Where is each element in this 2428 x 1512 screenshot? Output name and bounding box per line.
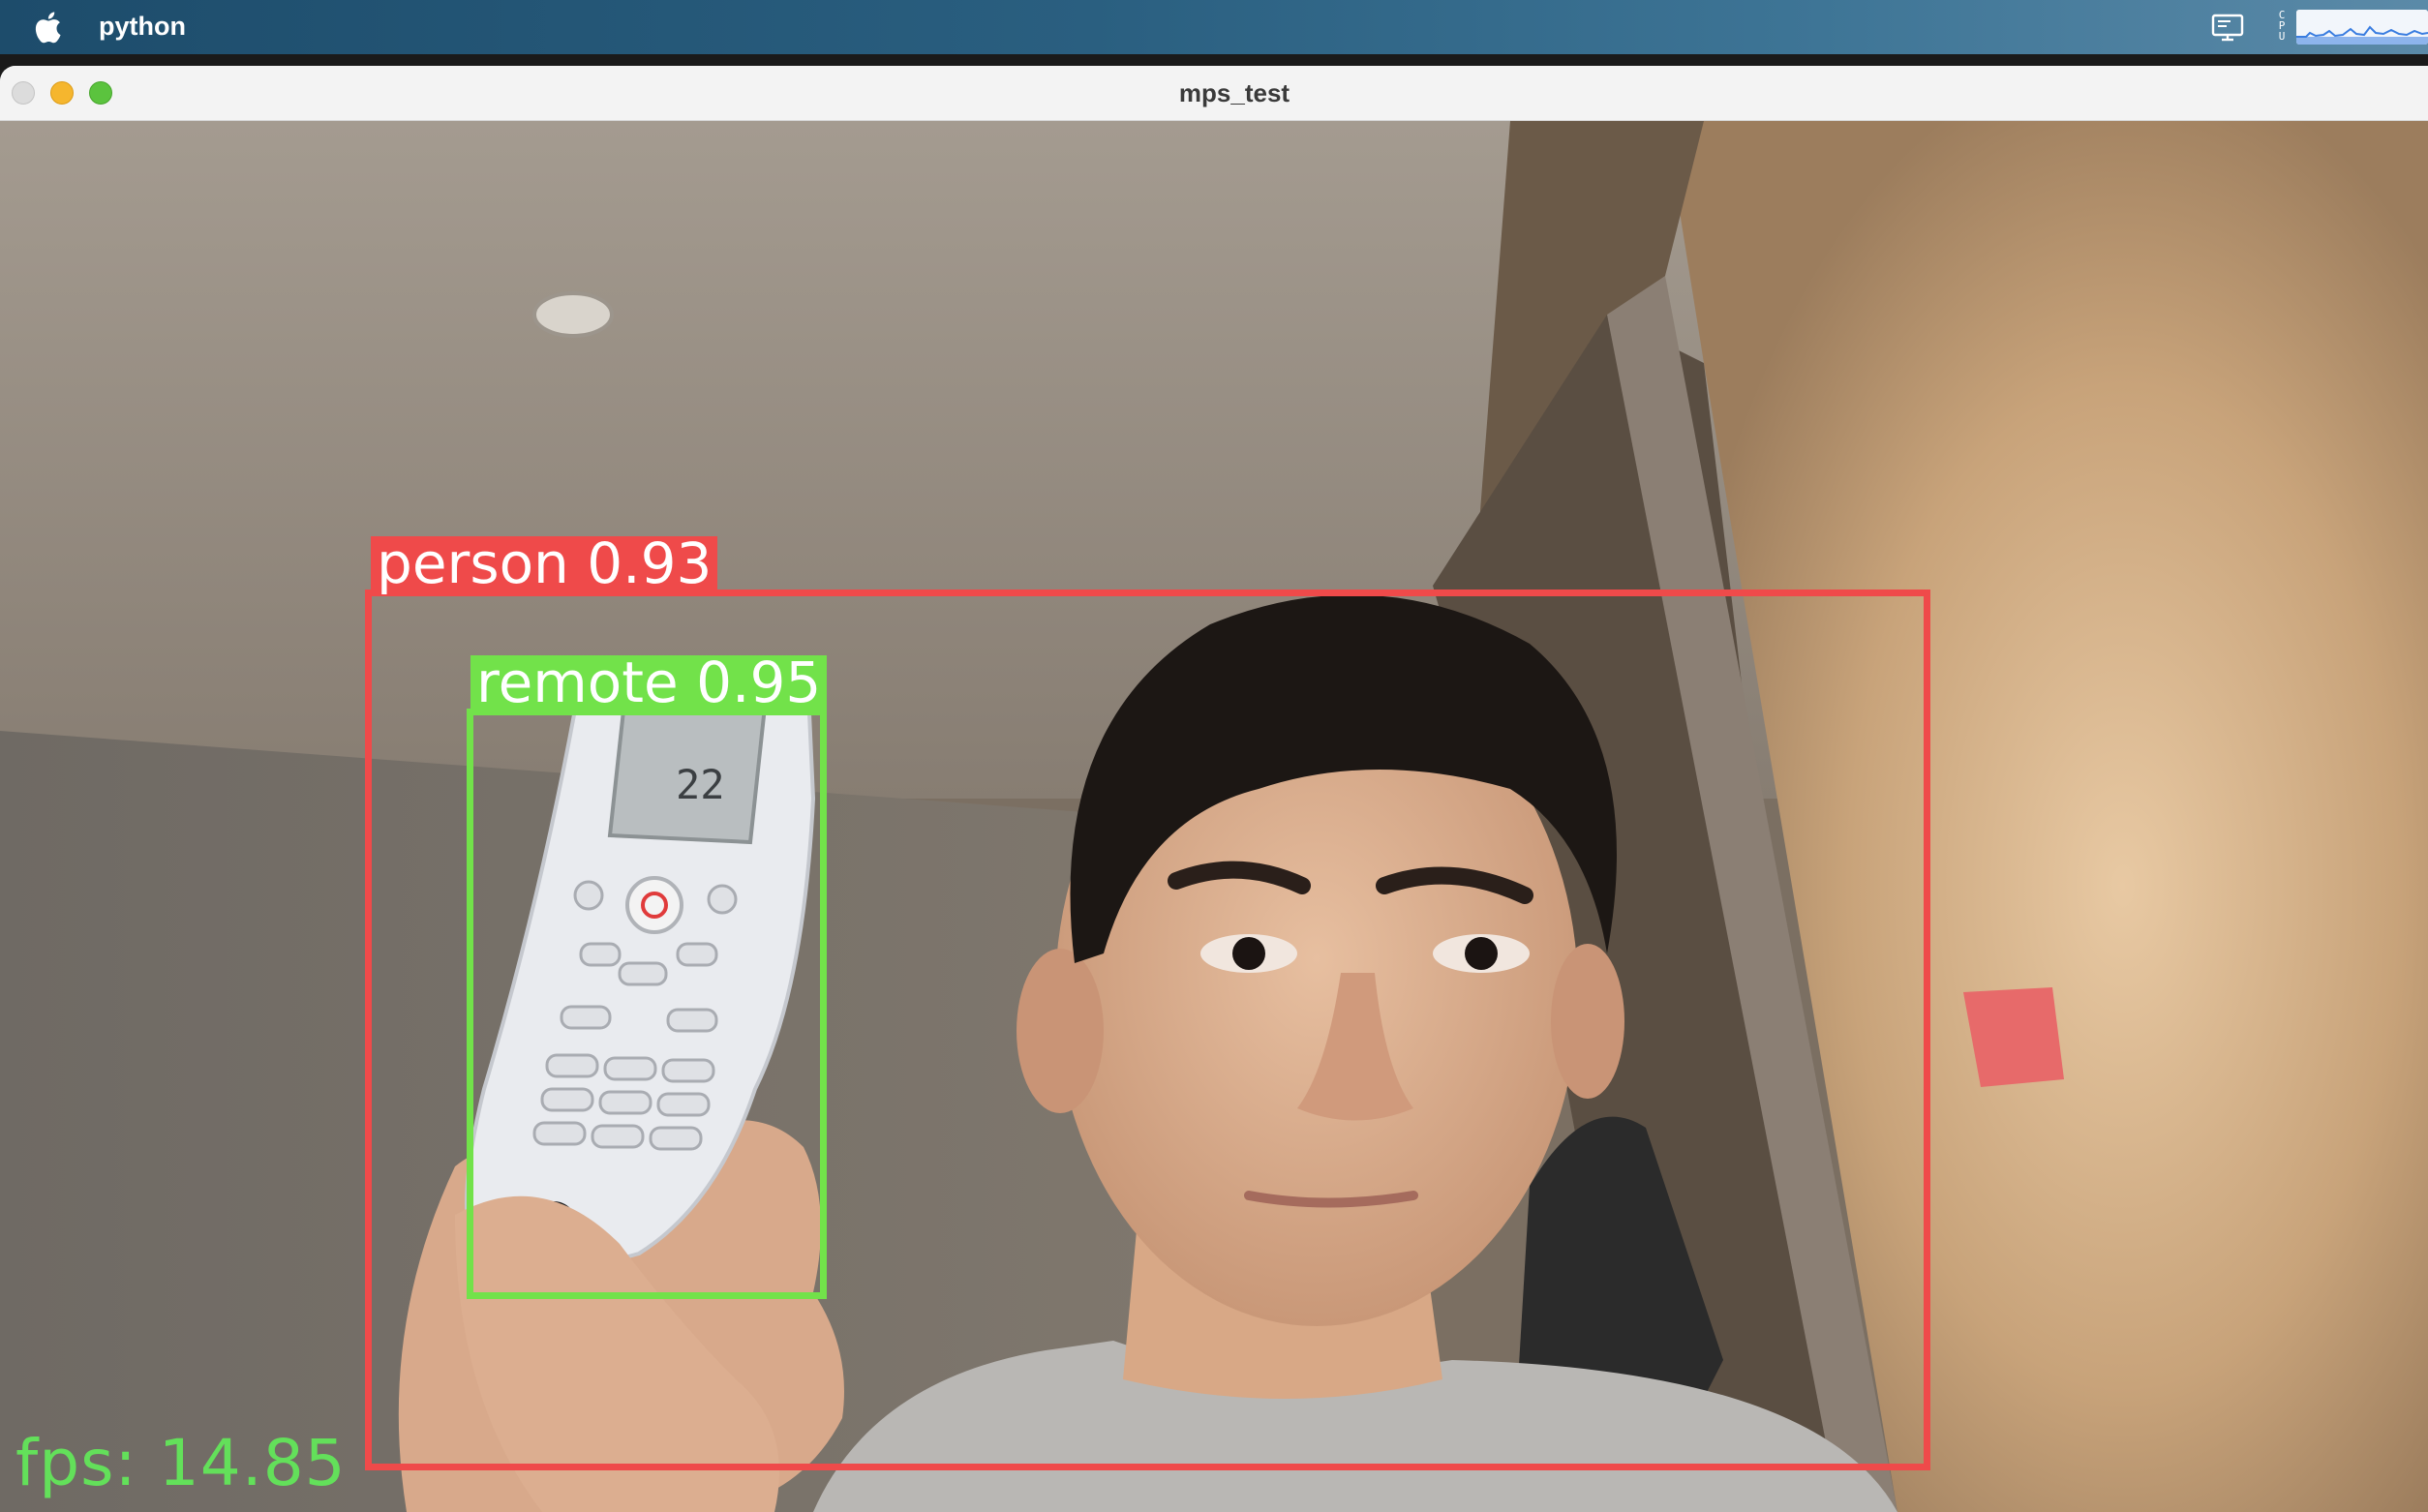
menu-bar: python C P U: [0, 0, 2428, 54]
window-title: mps_test: [1178, 78, 1290, 107]
detection-box-remote: [467, 709, 827, 1299]
fps-counter: fps: 14.85: [15, 1426, 347, 1500]
detection-label-remote: remote 0.95: [470, 654, 828, 711]
apple-logo-icon[interactable]: [33, 10, 62, 45]
cpu-graph-icon[interactable]: [2296, 10, 2428, 45]
display-icon[interactable]: [2211, 14, 2244, 43]
window-titlebar[interactable]: mps_test: [0, 66, 2428, 121]
app-window: mps_test 22 person 0.93 remote 0.95 fps:…: [0, 66, 2428, 1512]
menubar-app-name[interactable]: python: [99, 12, 186, 42]
camera-frame: 22 person 0.93 remote 0.95 fps: 14.85: [0, 121, 2428, 1512]
cpu-label: C P U: [2278, 9, 2286, 43]
detection-label-person: person 0.93: [371, 535, 718, 591]
